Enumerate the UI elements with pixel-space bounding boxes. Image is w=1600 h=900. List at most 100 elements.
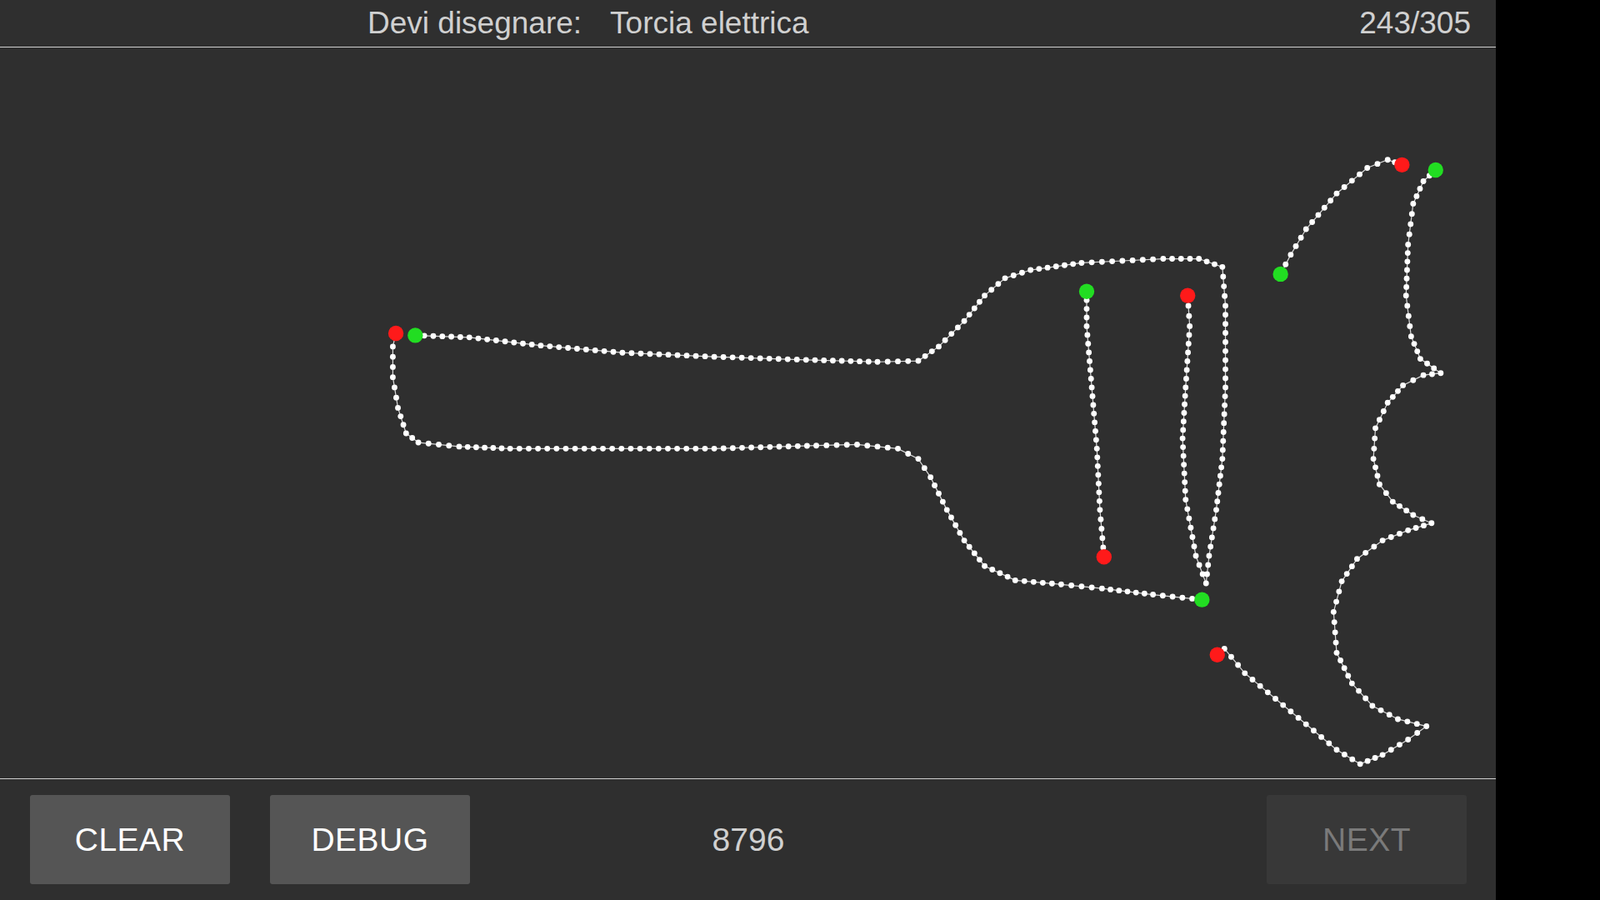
stroke-point [435, 441, 442, 448]
stroke-point [971, 305, 978, 312]
stroke-point [1086, 358, 1093, 365]
stroke-point [1406, 231, 1413, 238]
stroke-point [1408, 333, 1415, 340]
stroke-point [1185, 515, 1192, 522]
stroke-point [1184, 358, 1190, 365]
stroke-point [1180, 418, 1187, 425]
stroke-point [1090, 401, 1096, 408]
stroke-point [1388, 746, 1395, 753]
stroke-point [989, 566, 995, 573]
stroke-point [1184, 366, 1190, 373]
stroke-point [795, 443, 801, 450]
stroke-point [1371, 435, 1378, 442]
stroke-point [1272, 695, 1279, 702]
stroke-point [1287, 708, 1294, 715]
stroke-point [1211, 261, 1218, 268]
stroke-point [1214, 498, 1220, 505]
stroke-point [1362, 550, 1369, 556]
stroke-point [813, 442, 820, 449]
stroke-point [1335, 588, 1342, 595]
stroke-point [1396, 503, 1403, 510]
stroke-point [931, 482, 938, 489]
stroke-point [1372, 464, 1379, 470]
stroke-point [921, 465, 928, 471]
stroke-point [1130, 257, 1136, 264]
stroke-point [1179, 595, 1185, 601]
stroke-point [665, 351, 672, 358]
next-button[interactable]: NEXT [1266, 795, 1467, 885]
stroke-point [1280, 702, 1286, 709]
stroke-point [720, 445, 727, 452]
stroke-point [1413, 525, 1420, 531]
stroke-point [1372, 425, 1379, 431]
stroke-point [1378, 707, 1385, 714]
stroke-point [1181, 410, 1188, 416]
stroke-point [1219, 264, 1225, 270]
stroke-point [1182, 488, 1189, 495]
stroke-point [1084, 331, 1090, 338]
stroke-point [684, 352, 690, 359]
stroke-point [1187, 255, 1194, 262]
stroke-point [942, 337, 949, 344]
stroke-point [702, 445, 709, 452]
stroke-point [610, 349, 617, 355]
stroke-point [1183, 375, 1190, 382]
stroke-point [1228, 654, 1235, 660]
stroke-point [1400, 382, 1406, 389]
stroke-point [1180, 453, 1187, 460]
stroke-point [1411, 340, 1418, 347]
stroke-point [1218, 464, 1225, 470]
screen-edge [1495, 0, 1600, 900]
stroke-point [1170, 594, 1176, 600]
stroke-point [1084, 315, 1090, 321]
stroke-point [1140, 256, 1146, 263]
stroke-point [484, 336, 490, 343]
stroke-point [1186, 331, 1193, 338]
stroke-point [1095, 489, 1102, 495]
header: Devi disegnare: Torcia elettrica 243/305 [0, 0, 1496, 48]
stroke-point [1085, 349, 1092, 355]
stroke-point [1222, 366, 1229, 373]
stroke-point [1370, 544, 1377, 550]
stroke-point [628, 350, 635, 356]
stroke-point [1220, 446, 1226, 453]
stroke-point [1078, 583, 1085, 590]
stroke-point [1385, 156, 1391, 163]
stroke-point [1220, 420, 1227, 426]
stroke-point [1414, 720, 1420, 727]
stroke-start-dot [1079, 284, 1095, 300]
round-counter: 243/305 [1359, 5, 1471, 42]
stroke-point [1222, 339, 1229, 345]
stroke-point [1215, 490, 1222, 496]
stroke-point [905, 450, 911, 457]
action-button[interactable]: CLEAR [30, 795, 230, 885]
stroke-point [1094, 445, 1100, 452]
stroke-point [1098, 525, 1105, 532]
stroke-point [1369, 703, 1375, 710]
action-button[interactable]: DEBUG [270, 795, 470, 885]
stroke-point [1182, 384, 1189, 390]
stroke-point [1404, 302, 1410, 309]
stroke-point [1107, 586, 1114, 593]
stroke-point [1180, 461, 1187, 468]
stroke-point [804, 443, 810, 450]
stroke-point [1375, 160, 1381, 167]
stroke-point [646, 445, 653, 452]
stroke-point [1420, 178, 1427, 185]
stroke-point [1364, 165, 1370, 171]
stroke-point [820, 357, 827, 364]
stroke-point [538, 342, 545, 349]
stroke-point [1429, 371, 1435, 378]
drawing-surface[interactable] [0, 47, 1496, 779]
stroke-point [490, 445, 496, 451]
stroke-point [981, 292, 988, 299]
stroke-point [1220, 429, 1227, 435]
stroke-point [1084, 305, 1090, 312]
stroke-point [1221, 293, 1228, 300]
stroke-point [940, 499, 946, 505]
stroke-point [1410, 377, 1416, 384]
stroke-point [1341, 751, 1348, 758]
drawing-canvas[interactable] [0, 47, 1496, 779]
stroke-point [776, 444, 783, 450]
stroke-point [976, 299, 983, 305]
